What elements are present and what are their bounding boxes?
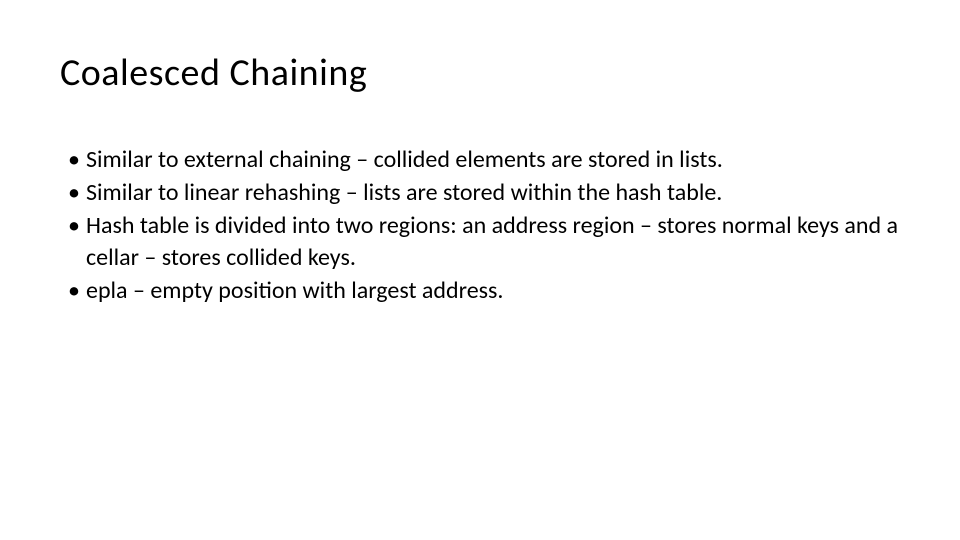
list-item: Similar to linear rehashing – lists are … (68, 177, 900, 208)
list-item: Hash table is divided into two regions: … (68, 210, 900, 272)
list-item: Similar to external chaining – collided … (68, 144, 900, 175)
slide-title: Coalesced Chaining (60, 50, 900, 96)
slide-bullet-list: Similar to external chaining – collided … (60, 144, 900, 306)
list-item: epla – empty position with largest addre… (68, 275, 900, 306)
